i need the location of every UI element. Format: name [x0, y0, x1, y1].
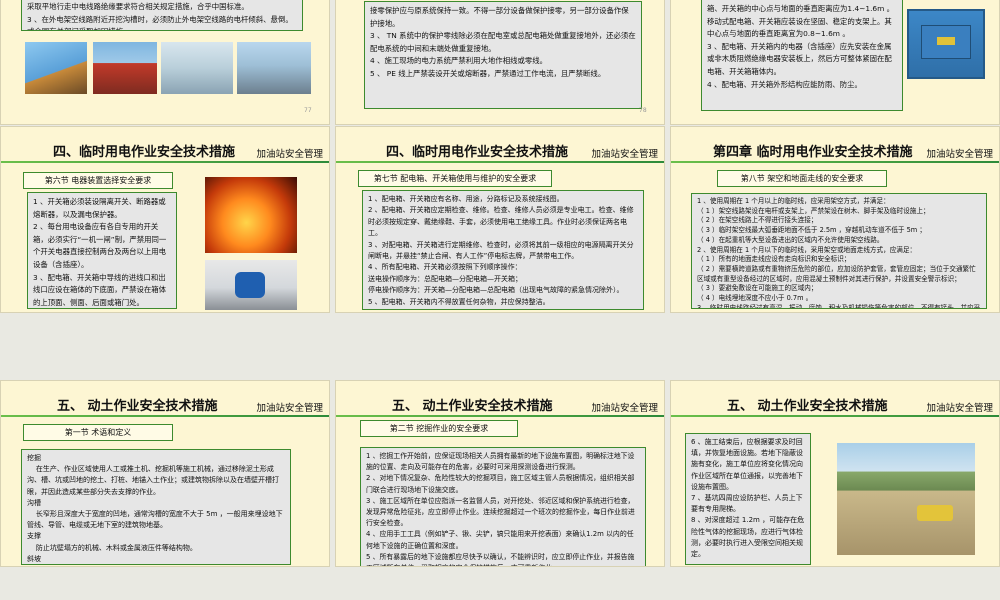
- slide-5-divider: [336, 161, 664, 163]
- slide-8-course-name: 加油站安全管理: [591, 403, 658, 414]
- slide-8-divider: [336, 415, 664, 417]
- slide-4-course-name: 加油站安全管理: [256, 149, 323, 160]
- slide-9-course-name: 加油站安全管理: [926, 403, 993, 414]
- photo-factory: [237, 42, 311, 94]
- slide-7-course-name: 加油站安全管理: [256, 403, 323, 414]
- slide-2[interactable]: 接零保护应与原系统保持一致。不得一部分设备做保护接零，另一部分设备作保护接地。 …: [335, 0, 665, 125]
- slide-9[interactable]: 五、 动土作业安全技术措施 加油站安全管理 6 、施工结束后，应根据要求及时回填…: [670, 380, 1000, 567]
- slide-8-section-title: 第二节 挖掘作业的安全要求: [360, 420, 518, 437]
- slide-6-section-title: 第八节 架空和地面走线的安全要求: [717, 170, 887, 187]
- photo-pipeline: [25, 42, 87, 94]
- slide-3-body: 箱、开关箱的中心点与地面的垂直距离应为1.4~1.6m 。移动式配电箱、开关箱应…: [701, 0, 903, 111]
- slide-4-divider: [1, 161, 329, 163]
- photo-control-room: [161, 42, 233, 94]
- slide-6-header: 第四章 临时用电作业安全技术措施 加油站安全管理: [671, 127, 999, 163]
- slide-7[interactable]: 五、 动土作业安全技术措施 加油站安全管理 第一节 术语和定义 挖掘 在生产、作…: [0, 380, 330, 567]
- slide-7-body: 挖掘 在生产、作业区域使用人工或推土机、挖掘机等施工机械，通过移除泥土形成沟、槽…: [21, 449, 291, 565]
- slide-5-section-title: 第七节 配电箱、开关箱使用与维护的安全要求: [358, 170, 552, 187]
- slide-4[interactable]: 四、临时用电作业安全技术措施 加油站安全管理 第六节 电器装置选择安全要求 1 …: [0, 126, 330, 313]
- slide-5[interactable]: 四、临时用电作业安全技术措施 加油站安全管理 第七节 配电箱、开关箱使用与维护的…: [335, 126, 665, 313]
- slide-9-body: 6 、施工结束后，应根据要求及时回填，并恢复地面设施。若地下隐蔽设施有变化，施工…: [685, 433, 811, 565]
- slide-9-header: 五、 动土作业安全技术措施 加油站安全管理: [671, 381, 999, 417]
- slide-6-course-name: 加油站安全管理: [926, 149, 993, 160]
- photo-fire: [205, 177, 297, 253]
- photo-flood: [837, 443, 975, 555]
- photo-rescue: [205, 260, 297, 310]
- slide-1-page-number: 77: [304, 107, 312, 114]
- slide-4-body: 1 、开关箱必须装设隔离开关、断路器或熔断器，以及漏电保护器。 2 、每台用电设…: [27, 192, 177, 309]
- slide-7-section-title: 第一节 术语和定义: [23, 424, 173, 441]
- slide-1-body: 采取平地行走中电线路绝缘要求符合相关规定措施，合乎中国标准。 3 、在外电架空线…: [21, 0, 303, 31]
- slide-3[interactable]: 箱、开关箱的中心点与地面的垂直距离应为1.4~1.6m 。移动式配电箱、开关箱应…: [670, 0, 1000, 125]
- slide-4-section-title: 第六节 电器装置选择安全要求: [23, 172, 173, 189]
- slide-2-body: 接零保护应与原系统保持一致。不得一部分设备做保护接零，另一部分设备作保护接地。 …: [364, 1, 642, 109]
- photo-workers-red: [93, 42, 157, 94]
- slide-7-header: 五、 动土作业安全技术措施 加油站安全管理: [1, 381, 329, 417]
- slide-5-course-name: 加油站安全管理: [591, 149, 658, 160]
- slide-5-body: 1 、配电箱、开关箱应有名称、用途，分路标记及系统接线图。 2 、配电箱、开关箱…: [362, 190, 644, 310]
- slide-6-body: 1 、使用周期在 1 个月以上的临时线，应采用架空方式，并满足： （ 1 ）架空…: [691, 193, 987, 309]
- slide-7-divider: [1, 415, 329, 417]
- slide-6-divider: [671, 161, 999, 163]
- slide-8-header: 五、 动土作业安全技术措施 加油站安全管理: [336, 381, 664, 417]
- slide-6[interactable]: 第四章 临时用电作业安全技术措施 加油站安全管理 第八节 架空和地面走线的安全要…: [670, 126, 1000, 313]
- slide-1[interactable]: 采取平地行走中电线路绝缘要求符合相关规定措施，合乎中国标准。 3 、在外电架空线…: [0, 0, 330, 125]
- slide-5-header: 四、临时用电作业安全技术措施 加油站安全管理: [336, 127, 664, 163]
- slide-2-page-number: 78: [639, 107, 647, 114]
- slide-8-body: 1 、挖掘工作开始前，应保证现场相关人员拥有最新的地下设施布置图，明确标注地下设…: [360, 447, 646, 566]
- photo-cabinet: [907, 9, 985, 79]
- slide-9-divider: [671, 415, 999, 417]
- slide-4-header: 四、临时用电作业安全技术措施 加油站安全管理: [1, 127, 329, 163]
- slide-8[interactable]: 五、 动土作业安全技术措施 加油站安全管理 第二节 挖掘作业的安全要求 1 、挖…: [335, 380, 665, 567]
